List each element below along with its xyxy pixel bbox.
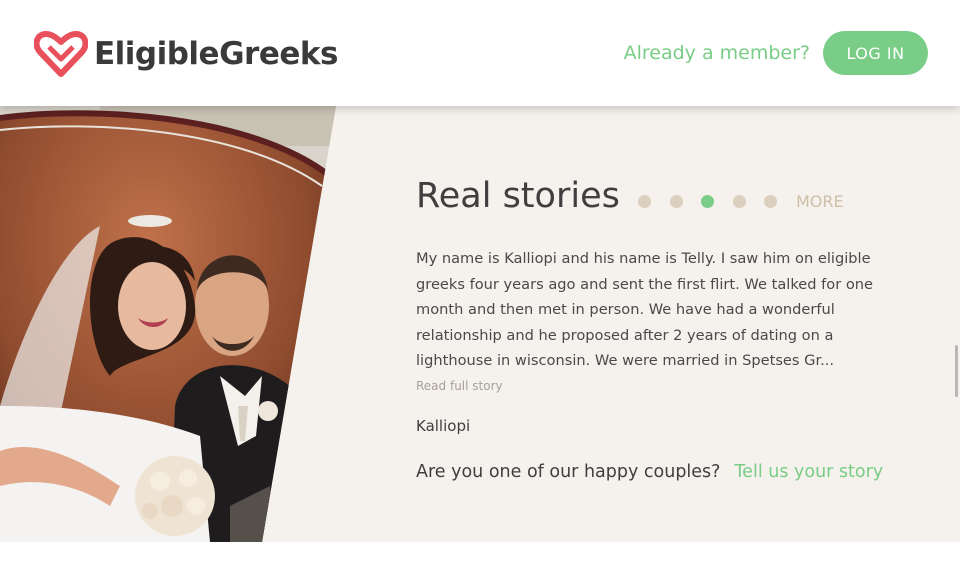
site-logo[interactable]: EligibleGreeks — [34, 30, 338, 78]
carousel-dots — [638, 195, 796, 208]
member-prompt: Already a member? — [623, 42, 810, 64]
carousel-dot-1[interactable] — [638, 195, 651, 208]
couple-photo — [0, 106, 336, 542]
real-stories-section: Real stories MORE My name is Kalliopi an… — [0, 106, 960, 542]
login-button[interactable]: LOG IN — [823, 31, 928, 75]
cta-question: Are you one of our happy couples? — [416, 462, 721, 482]
scrollbar[interactable] — [955, 345, 958, 397]
more-link[interactable]: MORE — [796, 192, 844, 211]
carousel-dot-4[interactable] — [732, 195, 746, 208]
carousel-dot-5[interactable] — [764, 195, 777, 208]
tell-your-story-link[interactable]: Tell us your story — [734, 462, 883, 482]
read-full-story-link[interactable]: Read full story — [416, 379, 503, 393]
logo-text: EligibleGreeks — [94, 36, 338, 72]
carousel-dot-3[interactable] — [701, 195, 714, 208]
carousel-dot-2[interactable] — [669, 195, 683, 208]
section-title: Real stories — [416, 176, 620, 216]
site-header: EligibleGreeks Already a member? LOG IN — [0, 0, 960, 106]
heart-logo-icon — [34, 30, 88, 77]
story-excerpt: My name is Kalliopi and his name is Tell… — [416, 250, 873, 369]
share-story-cta: Are you one of our happy couples? Tell us… — [416, 462, 883, 482]
story-author: Kalliopi — [416, 417, 471, 435]
